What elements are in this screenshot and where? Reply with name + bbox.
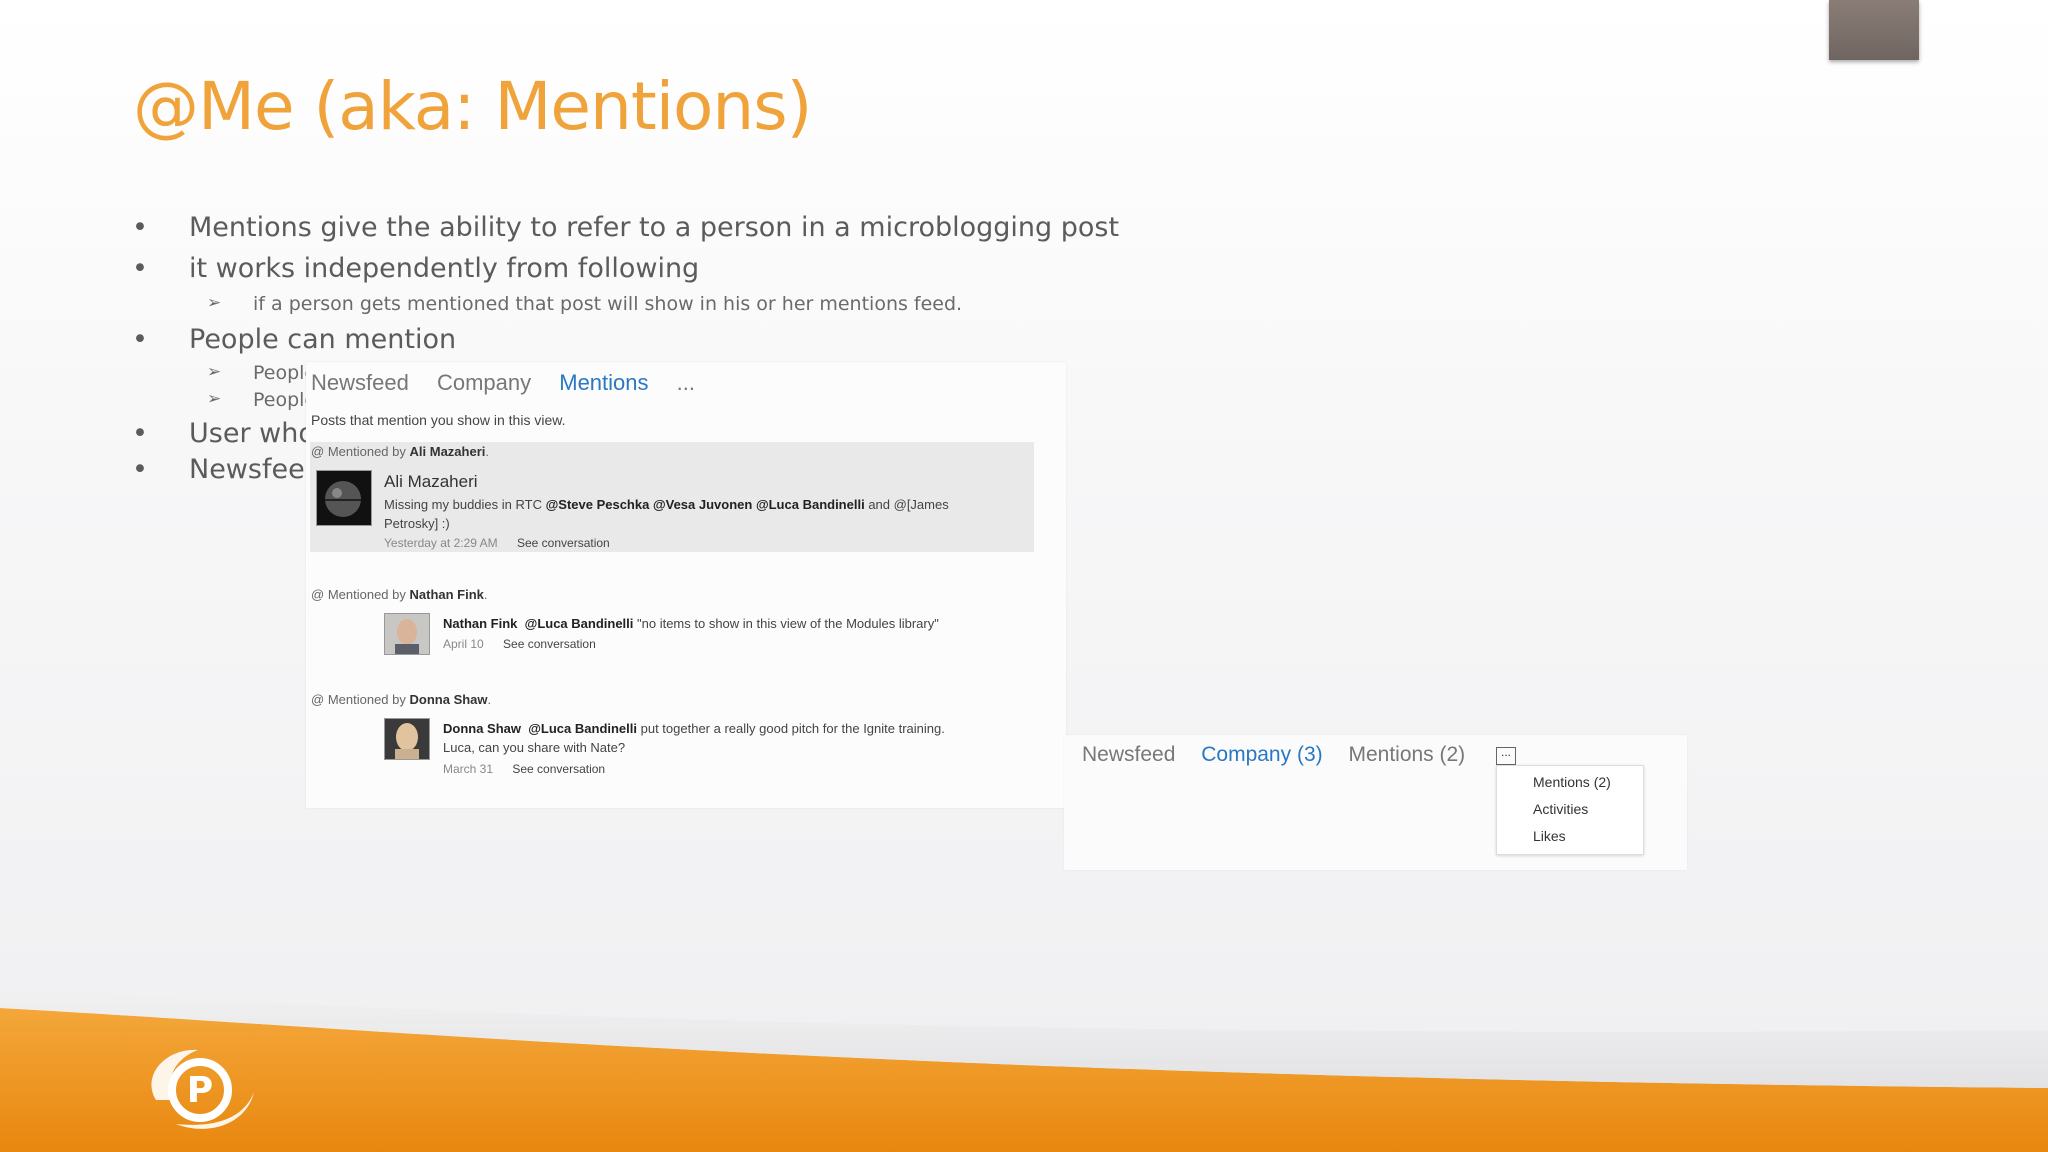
- avatar[interactable]: [384, 613, 430, 655]
- mentioned-by-line: @ Mentioned by Ali Mazaheri.: [311, 444, 489, 459]
- menu-item-likes[interactable]: Likes: [1533, 828, 1566, 844]
- mentions-screenshot-panel: Newsfeed Company Mentions ... Posts that…: [306, 362, 1066, 808]
- mentioned-by-name[interactable]: Nathan Fink: [410, 587, 484, 602]
- menu-item-mentions[interactable]: Mentions (2): [1533, 774, 1611, 790]
- sub-bullet-arrow: ➢: [207, 389, 222, 409]
- sub-bullet-item: ➢ if a person gets mentioned that post w…: [207, 293, 963, 315]
- at-icon: @: [311, 692, 325, 707]
- post-mentions[interactable]: @Luca Bandinelli: [528, 721, 637, 736]
- sub-bullet-arrow: ➢: [207, 293, 222, 313]
- post-author[interactable]: Nathan Fink: [443, 616, 517, 631]
- post-author[interactable]: Donna Shaw: [443, 721, 521, 736]
- bullet-text: People can mention: [189, 324, 457, 355]
- post-meta: April 10 See conversation: [443, 637, 596, 651]
- post-text-prefix: Missing my buddies in RTC: [384, 497, 546, 512]
- sub-bullet-arrow: ➢: [207, 362, 222, 382]
- bullet-dot: •: [132, 418, 148, 449]
- svg-text:P: P: [187, 1070, 213, 1111]
- mentioned-by-name[interactable]: Donna Shaw: [410, 692, 488, 707]
- post-text-suffix: put together a really good pitch for the…: [637, 721, 945, 736]
- sub-bullet-text: if a person gets mentioned that post wil…: [253, 293, 963, 315]
- more-dropdown-menu: Mentions (2) Activities Likes: [1496, 765, 1644, 855]
- see-conversation-link[interactable]: See conversation: [503, 637, 596, 651]
- avatar[interactable]: [316, 470, 372, 526]
- bullet-dot: •: [132, 454, 148, 485]
- bullet-text: it works independently from following: [189, 253, 700, 284]
- footer-wave: [0, 990, 2048, 1152]
- post-time: March 31: [443, 762, 494, 776]
- feed-tabs: Newsfeed Company (3) Mentions (2): [1082, 743, 1485, 767]
- tab-company[interactable]: Company (3): [1201, 743, 1322, 766]
- see-conversation-link[interactable]: See conversation: [517, 536, 610, 550]
- bullet-dot: •: [132, 212, 148, 243]
- post-meta: March 31 See conversation: [443, 762, 605, 776]
- see-conversation-link[interactable]: See conversation: [512, 762, 605, 776]
- bullet-text: Mentions give the ability to refer to a …: [189, 212, 1120, 243]
- post-text-suffix: "no items to show in this view of the Mo…: [633, 616, 939, 631]
- bullet-dot: •: [132, 253, 148, 284]
- company-screenshot-panel: Newsfeed Company (3) Mentions (2) ... Me…: [1064, 735, 1687, 870]
- bullet-item: • it works independently from following: [132, 253, 700, 284]
- post-text: Nathan Fink @Luca Bandinelli "no items t…: [443, 614, 939, 633]
- corner-thumbnail: [1829, 0, 1919, 60]
- tab-company[interactable]: Company: [437, 370, 531, 395]
- mentioned-by-line: @ Mentioned by Donna Shaw.: [311, 692, 492, 707]
- tab-newsfeed[interactable]: Newsfeed: [311, 370, 409, 395]
- post-text: Missing my buddies in RTC @Steve Peschka…: [384, 495, 984, 533]
- mentioned-prefix: Mentioned by: [327, 444, 406, 459]
- mentioned-by-line: @ Mentioned by Nathan Fink.: [311, 587, 488, 602]
- mentioned-by-name[interactable]: Ali Mazaheri: [410, 444, 486, 459]
- more-button[interactable]: ...: [1496, 746, 1516, 765]
- menu-item-activities[interactable]: Activities: [1533, 801, 1588, 817]
- post-meta: Yesterday at 2:29 AM See conversation: [384, 536, 610, 550]
- view-hint: Posts that mention you show in this view…: [311, 412, 566, 428]
- tab-mentions[interactable]: Mentions (2): [1348, 743, 1465, 766]
- bullet-dot: •: [132, 324, 148, 355]
- post-mentions[interactable]: @Luca Bandinelli: [525, 616, 634, 631]
- bullet-item: • People can mention: [132, 324, 457, 355]
- post-text: Donna Shaw @Luca Bandinelli put together…: [443, 719, 1003, 757]
- company-logo: P: [151, 1049, 254, 1129]
- mentioned-prefix: Mentioned by: [327, 587, 406, 602]
- mentioned-prefix: Mentioned by: [327, 692, 406, 707]
- feed-tabs: Newsfeed Company Mentions ...: [311, 370, 717, 396]
- at-icon: @: [311, 444, 325, 459]
- post-time: April 10: [443, 637, 484, 651]
- bullet-item: • Mentions give the ability to refer to …: [132, 212, 1120, 243]
- tab-newsfeed[interactable]: Newsfeed: [1082, 743, 1175, 766]
- avatar[interactable]: [384, 718, 430, 760]
- slide-title: @Me (aka: Mentions): [133, 68, 812, 145]
- at-icon: @: [311, 587, 325, 602]
- tab-more[interactable]: ...: [677, 370, 695, 395]
- post-text-line2: Luca, can you share with Nate?: [443, 740, 626, 755]
- post-author[interactable]: Ali Mazaheri: [384, 472, 478, 492]
- tab-mentions[interactable]: Mentions: [559, 370, 648, 395]
- post-time: Yesterday at 2:29 AM: [384, 536, 498, 550]
- post-mentions[interactable]: @Steve Peschka @Vesa Juvonen @Luca Bandi…: [546, 497, 865, 512]
